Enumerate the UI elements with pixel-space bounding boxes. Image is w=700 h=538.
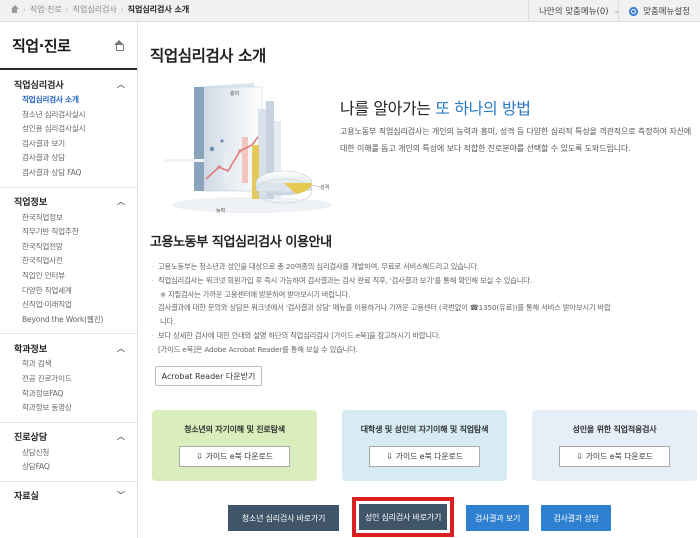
- adult-test-shortcut-highlight: 성인 심리검사 바로가기: [352, 497, 454, 537]
- home-icon[interactable]: [10, 5, 19, 14]
- report-chart-illustration: 흥미 능력 성격: [164, 82, 334, 214]
- guide-card-adult: 대학생 및 성인의 자기이해 및 직업탐색 ⇩ 가이드 e북 다운로드: [342, 410, 507, 481]
- download-icon: ⇩: [386, 452, 393, 461]
- guide-list: 고용노동부는 청소년과 성인을 대상으로 총 20여종의 심리검사를 개발하여,…: [150, 260, 695, 357]
- sidebar-group-job-info: 직업정보 ︿ 한국직업정보 직무기반 직업추천 한국직업전망 한국직업사전 직업…: [0, 188, 137, 335]
- sidebar-item[interactable]: 전공 진로가이드: [0, 372, 137, 387]
- sidebar-group-title: 진로상담: [14, 433, 48, 444]
- guide-item: 고용노동부는 청소년과 성인을 대상으로 총 20여종의 심리검사를 개발하여,…: [150, 260, 695, 274]
- sidebar-group-counseling: 진로상담 ︿ 상담신청 상담FAQ: [0, 423, 137, 482]
- sidebar-item[interactable]: 검사결과 보기: [0, 137, 137, 152]
- chevron-up-icon: ︿: [117, 432, 125, 442]
- breadcrumb-item[interactable]: 직업·진로: [30, 4, 62, 15]
- sidebar-group-toggle[interactable]: 자료실 ﹀: [0, 489, 137, 503]
- sidebar-item[interactable]: 청소년 심리검사실시: [0, 108, 137, 123]
- sidebar-item[interactable]: Beyond the Work(웹진): [0, 313, 137, 328]
- sidebar-group-archive: 자료실 ﹀: [0, 482, 137, 509]
- sidebar-group-title: 직업심리검사: [14, 80, 64, 91]
- sidebar: 직업·진로 직업심리검사 ︿ 직업심리검사 소개 청소년 심리검사실시 성인용 …: [0, 22, 138, 538]
- sidebar-group-toggle[interactable]: 직업정보 ︿: [0, 195, 137, 209]
- sidebar-item[interactable]: 학과정보 동영상: [0, 401, 137, 416]
- sidebar-title: 직업·진로: [12, 36, 71, 55]
- sidebar-item[interactable]: 상담FAQ: [0, 460, 137, 475]
- chevron-up-icon: ︿: [117, 79, 125, 89]
- sidebar-item[interactable]: 직업심리검사 소개: [0, 93, 137, 108]
- breadcrumb-item[interactable]: 직업심리검사: [73, 4, 117, 15]
- sidebar-item[interactable]: 상담신청: [0, 446, 137, 461]
- menu-settings-button[interactable]: 맞춤메뉴설정: [618, 0, 700, 22]
- card-title: 대학생 및 성인의 자기이해 및 직업탐색: [360, 425, 489, 434]
- sidebar-item[interactable]: 한국직업정보: [0, 211, 137, 226]
- chevron-up-icon: ︿: [117, 197, 125, 207]
- sidebar-group-toggle[interactable]: 진로상담 ︿: [0, 430, 137, 444]
- guide-note: ※ 지필검사는 가까운 고용센터에 방문하여 받아보시기 바랍니다.: [160, 289, 351, 299]
- guide-item: [가이드 e북]은 Adobe Acrobat Reader를 통해 보실 수 …: [150, 343, 695, 357]
- menu-settings-label: 맞춤메뉴설정: [643, 7, 690, 17]
- top-bar: › 직업·진로 › 직업심리검사 › 직업심리검사 소개 나만의 맞춤메뉴(0)…: [0, 0, 700, 22]
- guide-cards: 청소년의 자기이해 및 진로탐색 ⇩ 가이드 e북 다운로드 대학생 및 성인의…: [152, 410, 697, 481]
- sidebar-group-title: 학과정보: [14, 344, 48, 355]
- chevron-down-icon: ﹀: [117, 491, 125, 501]
- sidebar-item[interactable]: 직업인 인터뷰: [0, 269, 137, 284]
- main-content: 직업심리검사 소개 흥미 능력 성격 나를 알아가는 또 하나의 방법 고용노동…: [150, 22, 700, 538]
- sidebar-item[interactable]: 학과정보FAQ: [0, 387, 137, 402]
- sidebar-item[interactable]: 검사결과 상담 FAQ: [0, 166, 137, 181]
- ebook-download-button[interactable]: ⇩ 가이드 e북 다운로드: [369, 446, 480, 467]
- illustration-label-interest: 흥미: [230, 90, 239, 97]
- sidebar-item[interactable]: 신직업·미래직업: [0, 298, 137, 313]
- card-title: 성인을 위한 직업적응검사: [572, 425, 657, 434]
- sidebar-group-title: 자료실: [14, 492, 39, 503]
- ebook-download-button[interactable]: ⇩ 가이드 e북 다운로드: [179, 446, 290, 467]
- sidebar-group-toggle[interactable]: 학과정보 ︿: [0, 341, 137, 355]
- sidebar-item[interactable]: 한국직업사전: [0, 254, 137, 269]
- view-results-button[interactable]: 검사결과 보기: [466, 505, 529, 531]
- results-counseling-button[interactable]: 검사결과 상담: [541, 505, 611, 531]
- chevron-up-icon: ︿: [117, 343, 125, 353]
- breadcrumb-current: 직업심리검사 소개: [127, 5, 190, 14]
- download-label: 가이드 e북 다운로드: [205, 452, 273, 461]
- illustration-label-personality: 성격: [320, 184, 329, 191]
- sidebar-item[interactable]: 성인용 심리검사실시: [0, 122, 137, 137]
- gear-icon: [629, 6, 639, 16]
- adult-test-shortcut-button[interactable]: 성인 심리검사 바로가기: [359, 504, 447, 530]
- headline-text: 나를 알아가는: [340, 99, 436, 118]
- sidebar-item[interactable]: 다양한 직업세계: [0, 284, 137, 299]
- illustration-label-ability: 능력: [216, 207, 225, 214]
- card-title: 청소년의 자기이해 및 진로탐색: [184, 425, 285, 434]
- headline-highlight: 또 하나의 방법: [435, 99, 531, 118]
- sidebar-group-major-info: 학과정보 ︿ 학과 검색 전공 진로가이드 학과정보FAQ 학과정보 동영상: [0, 334, 137, 423]
- home-icon[interactable]: [114, 39, 125, 51]
- guide-card-youth: 청소년의 자기이해 및 진로탐색 ⇩ 가이드 e북 다운로드: [152, 410, 317, 481]
- sidebar-group-title: 직업정보: [14, 198, 48, 209]
- guide-item-continued: 니다.: [160, 317, 176, 327]
- sidebar-group-job-test: 직업심리검사 ︿ 직업심리검사 소개 청소년 심리검사실시 성인용 심리검사실시…: [0, 70, 137, 188]
- sidebar-item[interactable]: 학과 검색: [0, 357, 137, 372]
- download-label: 가이드 e북 다운로드: [395, 452, 463, 461]
- guide-section-title: 고용노동부 직업심리검사 이용안내: [150, 235, 332, 250]
- youth-test-shortcut-button[interactable]: 청소년 심리검사 바로가기: [228, 505, 339, 531]
- my-menu-dropdown[interactable]: 나만의 맞춤메뉴(0) ⌄: [528, 0, 619, 22]
- sidebar-item[interactable]: 검사결과 상담: [0, 151, 137, 166]
- download-label: 가이드 e북 다운로드: [585, 452, 653, 461]
- guide-item: 보다 상세한 검사에 대한 안내와 설명 하단의 직업심리검사 [가이드 e북]…: [150, 329, 695, 343]
- acrobat-download-button[interactable]: Acrobat Reader 다운받기: [155, 366, 262, 386]
- sidebar-group-toggle[interactable]: 직업심리검사 ︿: [0, 77, 137, 91]
- ebook-download-button[interactable]: ⇩ 가이드 e북 다운로드: [559, 446, 670, 467]
- breadcrumb: › 직업·진로 › 직업심리검사 › 직업심리검사 소개: [10, 4, 189, 15]
- download-icon: ⇩: [576, 452, 583, 461]
- page-title: 직업심리검사 소개: [150, 47, 266, 65]
- intro-headline: 나를 알아가는 또 하나의 방법: [340, 95, 531, 119]
- sidebar-item[interactable]: 직무기반 직업추천: [0, 225, 137, 240]
- sidebar-item[interactable]: 한국직업전망: [0, 240, 137, 255]
- download-icon: ⇩: [196, 452, 203, 461]
- sidebar-header: 직업·진로: [0, 22, 137, 70]
- my-menu-label: 나만의 맞춤메뉴(0): [539, 7, 609, 17]
- shortcut-buttons: 청소년 심리검사 바로가기 성인 심리검사 바로가기 검사결과 보기 검사결과 …: [228, 497, 611, 537]
- guide-item: 직업심리검사는 워크넷 회원가입 후 즉시 가능하며 검사결과는 검사 완료 직…: [150, 274, 695, 288]
- guide-item: 검사결과에 대한 문의와 상담은 워크넷에서 '검사결과 상담' 메뉴를 이용하…: [150, 301, 695, 315]
- guide-card-adaptation: 성인을 위한 직업적응검사 ⇩ 가이드 e북 다운로드: [532, 410, 697, 481]
- intro-paragraph: 고용노동부 직업심리검사는 개인의 능력과 흥미, 성격 등 다양한 심리적 특…: [340, 127, 692, 153]
